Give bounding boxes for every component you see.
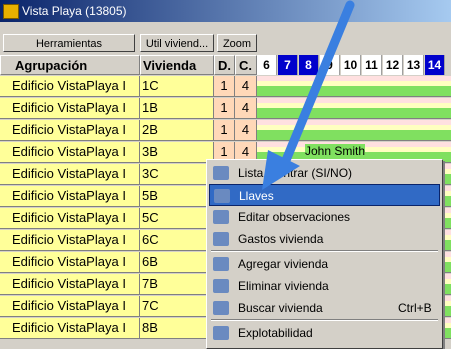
vivienda-cell[interactable]: 3C [140, 164, 214, 185]
app-icon [3, 4, 19, 19]
vivienda-cell[interactable]: 5C [140, 208, 214, 229]
menu-separator [211, 250, 438, 252]
expenses-icon [213, 232, 229, 246]
day-header-14: 14 [425, 55, 445, 75]
agrupacion-cell[interactable]: Edificio VistaPlaya I [0, 252, 140, 273]
agrupacion-cell[interactable]: Edificio VistaPlaya I [0, 76, 140, 97]
zoom-button[interactable]: Zoom [217, 34, 257, 52]
d-cell[interactable]: 1 [214, 120, 235, 141]
menu-item-label: Llaves [239, 189, 274, 203]
menu-item-buscar-vivienda[interactable]: Buscar vivienda Ctrl+B [209, 297, 440, 319]
menu-item-label: Lista p entrar (SI/NO) [238, 166, 353, 180]
vivienda-cell[interactable]: 5B [140, 186, 214, 207]
menu-item-label: Agregar vivienda [238, 257, 329, 271]
vivienda-cell[interactable]: 2B [140, 120, 214, 141]
broom-icon [213, 166, 229, 180]
vivienda-cell[interactable]: 6C [140, 230, 214, 251]
menu-item-label: Gastos vivienda [238, 232, 324, 246]
menu-item-eliminar-vivienda[interactable]: Eliminar vivienda [209, 275, 440, 297]
agrupacion-cell[interactable]: Edificio VistaPlaya I [0, 164, 140, 185]
day-header-13: 13 [404, 55, 424, 75]
header-c[interactable]: C. [235, 55, 257, 75]
agrupacion-cell[interactable]: Edificio VistaPlaya I [0, 120, 140, 141]
vivienda-cell[interactable]: 7C [140, 296, 214, 317]
agrupacion-cell[interactable]: Edificio VistaPlaya I [0, 230, 140, 251]
title-bar[interactable]: Vista Playa (13805) [0, 0, 451, 22]
toolbar: Herramientas Util viviend... Zoom [0, 22, 451, 54]
vivienda-cell[interactable]: 7B [140, 274, 214, 295]
day-header-7: 7 [278, 55, 298, 75]
table-row[interactable]: Edificio VistaPlaya I 1B 1 4 [0, 98, 451, 119]
table-row[interactable]: Edificio VistaPlaya I 1C 1 4 [0, 76, 451, 97]
day-header-6: 6 [257, 55, 277, 75]
header-agrupacion[interactable]: Agrupación [0, 55, 140, 75]
add-icon [213, 257, 229, 271]
vivienda-cell[interactable]: 1B [140, 98, 214, 119]
d-cell[interactable]: 1 [214, 98, 235, 119]
vivienda-cell[interactable]: 3B [140, 142, 214, 163]
day-header-11: 11 [362, 55, 382, 75]
agrupacion-cell[interactable]: Edificio VistaPlaya I [0, 186, 140, 207]
vivienda-cell[interactable]: 8B [140, 318, 214, 339]
agrupacion-cell[interactable]: Edificio VistaPlaya I [0, 296, 140, 317]
vivienda-cell[interactable]: 6B [140, 252, 214, 273]
util-vivienda-button[interactable]: Util viviend... [140, 34, 214, 52]
day-header-9: 9 [320, 55, 340, 75]
menu-item-lista-p-entrar-si-no[interactable]: Lista p entrar (SI/NO) [209, 162, 440, 184]
c-cell[interactable]: 4 [235, 76, 257, 97]
agrupacion-cell[interactable]: Edificio VistaPlaya I [0, 274, 140, 295]
delete-icon [213, 279, 229, 293]
menu-item-llaves[interactable]: Llaves [209, 184, 440, 206]
agrupacion-cell[interactable]: Edificio VistaPlaya I [0, 318, 140, 339]
menu-item-agregar-vivienda[interactable]: Agregar vivienda [209, 253, 440, 275]
context-menu: Lista p entrar (SI/NO) Llaves Editar obser… [206, 159, 443, 349]
notes-icon [213, 210, 229, 224]
booking-label[interactable]: John Smith [305, 144, 366, 158]
menu-item-gastos-vivienda[interactable]: Gastos vivienda [209, 228, 440, 250]
menu-item-label: Editar observaciones [238, 210, 351, 224]
agrupacion-cell[interactable]: Edificio VistaPlaya I [0, 142, 140, 163]
keys-icon [214, 189, 230, 203]
calendar-cells[interactable] [257, 98, 451, 119]
c-cell[interactable]: 4 [235, 98, 257, 119]
window-title: Vista Playa (13805) [22, 4, 127, 18]
c-cell[interactable]: 4 [235, 120, 257, 141]
day-header-8: 8 [299, 55, 319, 75]
calendar-cells[interactable] [257, 120, 451, 141]
calendar-cells[interactable] [257, 76, 451, 97]
binoculars-icon [213, 301, 229, 315]
header-vivienda[interactable]: Vivienda [140, 55, 214, 75]
menu-item-label: Buscar vivienda [238, 301, 323, 315]
header-d[interactable]: D. [214, 55, 235, 75]
menu-item-label: Eliminar vivienda [238, 279, 329, 293]
day-header-12: 12 [383, 55, 403, 75]
table-row[interactable]: Edificio VistaPlaya I 2B 1 4 [0, 120, 451, 141]
menu-item-editar-observaciones[interactable]: Editar observaciones [209, 206, 440, 228]
menu-item-shortcut: Ctrl+B [398, 301, 432, 315]
menu-separator [211, 319, 438, 321]
agrupacion-cell[interactable]: Edificio VistaPlaya I [0, 98, 140, 119]
d-cell[interactable]: 1 [214, 76, 235, 97]
vivienda-cell[interactable]: 1C [140, 76, 214, 97]
day-header-10: 10 [341, 55, 361, 75]
agrupacion-cell[interactable]: Edificio VistaPlaya I [0, 208, 140, 229]
chart-icon [213, 326, 229, 340]
herramientas-button[interactable]: Herramientas [3, 34, 135, 52]
